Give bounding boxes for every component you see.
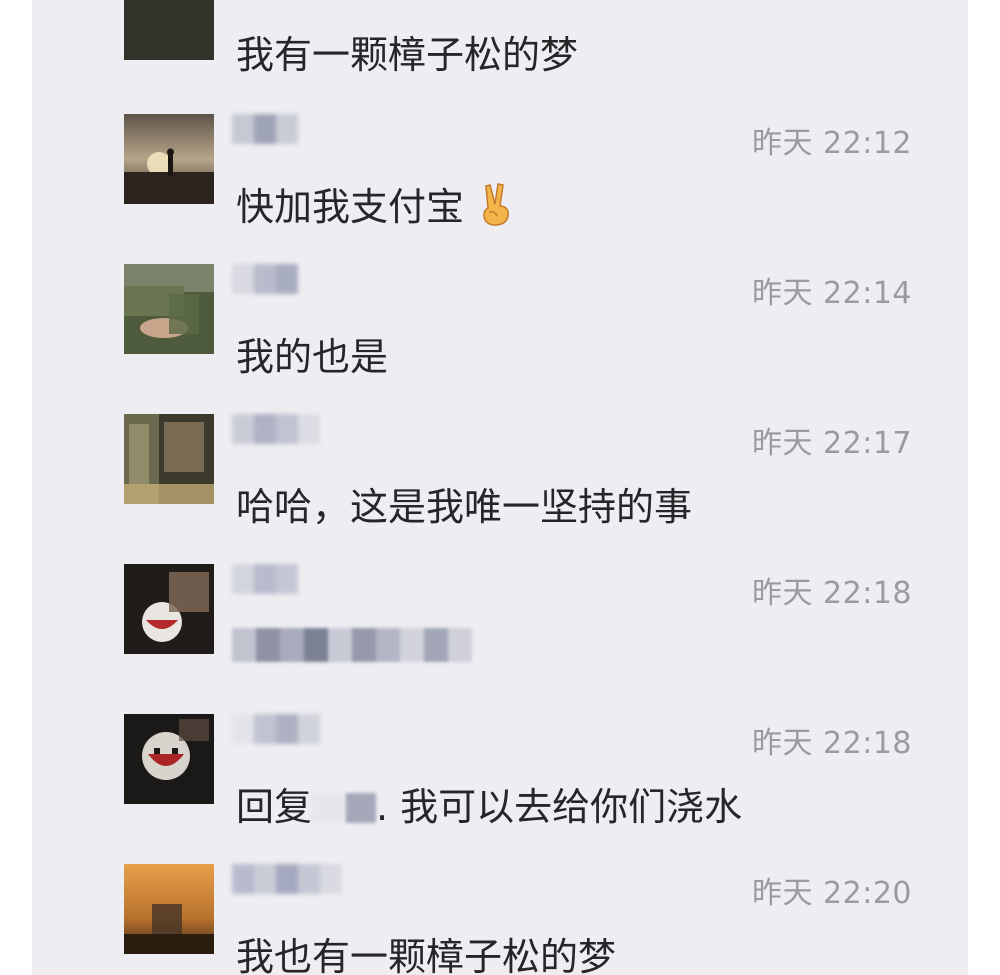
username-redacted <box>232 114 322 144</box>
comment-item: 昨天 22:18 回复. 我可以去给你们浇水 <box>32 600 968 829</box>
comment-item: 昨天 22:17 哈哈，这是我唯一坚持的事 <box>32 300 968 529</box>
comment-item: 昨天 22:20 我也有一颗樟子松的梦 <box>32 750 968 975</box>
timestamp: 昨天 22:20 <box>752 876 912 911</box>
username-redacted <box>232 564 322 594</box>
username-redacted <box>232 714 332 744</box>
comment-item: 昨天 22:18 <box>32 450 968 662</box>
comment-item: 昨天 22:12 快加我支付宝 <box>32 0 968 229</box>
comment-list: 我有一颗樟子松的梦 昨天 22:12 快加我支付宝 昨天 22:14 我的也是 … <box>32 0 968 975</box>
comment-text: 我也有一颗樟子松的梦 <box>236 935 617 975</box>
username-redacted <box>232 414 342 444</box>
username-redacted <box>232 264 322 294</box>
avatar[interactable] <box>124 864 214 954</box>
username-redacted <box>232 864 372 894</box>
comment-item: 昨天 22:14 我的也是 <box>32 150 968 379</box>
